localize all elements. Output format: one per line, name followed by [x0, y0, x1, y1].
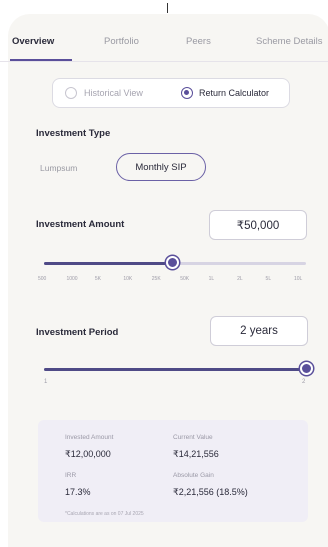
investment-period-title: Investment Period: [36, 327, 119, 338]
amount-tick-label: 50K: [180, 276, 190, 282]
investment-period-slider[interactable]: [44, 368, 306, 371]
current-value-value: ₹14,21,556: [173, 449, 219, 459]
investment-amount-slider-fill: [44, 262, 173, 265]
investment-amount-slider-thumb[interactable]: [165, 256, 179, 269]
invested-amount-value: ₹12,00,000: [65, 449, 111, 459]
amount-tick-label: 5K: [94, 276, 101, 282]
period-max-label: 2: [302, 379, 306, 385]
historical-view-label[interactable]: Historical View: [84, 88, 143, 98]
return-calculator-radio[interactable]: [181, 87, 193, 99]
amount-tick-label: 5L: [265, 276, 272, 282]
invested-amount-label: Invested Amount: [65, 434, 114, 441]
period-min-label: 1: [44, 379, 48, 385]
investment-period-input[interactable]: 2 years: [210, 316, 308, 346]
lumpsum-option[interactable]: Lumpsum: [40, 163, 77, 173]
investment-amount-title: Investment Amount: [36, 219, 125, 230]
investment-type-title: Investment Type: [36, 128, 111, 139]
absolute-gain-label: Absolute Gain: [173, 472, 214, 479]
investment-amount-input[interactable]: ₹50,000: [209, 210, 307, 240]
amount-tick-label: 1L: [208, 276, 215, 282]
amount-tick-label: 10L: [294, 276, 303, 282]
view-toggle: Historical View Return Calculator: [52, 78, 290, 108]
irr-label: IRR: [65, 472, 77, 479]
tab-portfolio[interactable]: Portfolio: [104, 36, 139, 47]
monthly-sip-option[interactable]: Monthly SIP: [116, 153, 206, 181]
investment-period-slider-thumb[interactable]: [299, 362, 313, 375]
active-tab-indicator: [10, 59, 72, 61]
absolute-gain-value: ₹2,21,556 (18.5%): [173, 487, 248, 497]
historical-view-radio[interactable]: [65, 87, 77, 99]
text-cursor: [167, 3, 168, 13]
calculation-note: *Calculations are as on 07 Jul 2025: [65, 511, 144, 517]
tab-peers[interactable]: Peers: [186, 36, 211, 47]
current-value-label: Current Value: [173, 434, 213, 441]
amount-tick-label: 2L: [237, 276, 243, 282]
amount-tick-label: 1000: [66, 276, 78, 282]
irr-value: 17.3%: [65, 487, 91, 497]
tab-bar: Overview Portfolio Peers Scheme Details: [0, 24, 328, 62]
amount-tick-label: 25K: [151, 276, 161, 282]
tab-overview[interactable]: Overview: [12, 36, 54, 47]
investment-period-slider-fill: [44, 368, 306, 371]
tab-scheme-details[interactable]: Scheme Details: [256, 36, 323, 47]
return-calculator-label[interactable]: Return Calculator: [199, 88, 269, 98]
amount-tick-label: 500: [38, 276, 47, 282]
amount-tick-label: 10K: [123, 276, 133, 282]
results-panel: Invested Amount ₹12,00,000 Current Value…: [38, 420, 308, 522]
